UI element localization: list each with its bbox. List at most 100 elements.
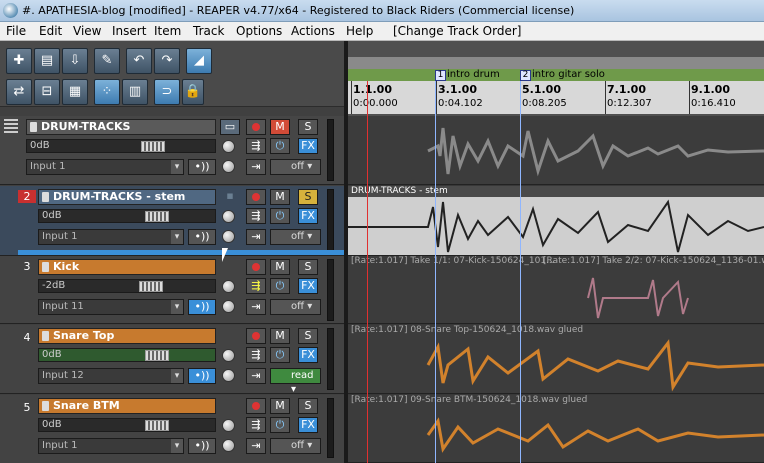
marker-1[interactable]: 1 intro drum	[435, 69, 500, 81]
record-arm-button[interactable]	[246, 398, 266, 414]
metronome-icon[interactable]: ◢	[186, 48, 212, 74]
menu-view[interactable]: View	[73, 24, 101, 38]
track-kick[interactable]: 3 Kick M S -2dB ⇶ ⏻ FX Input 11 •)) ⇥ of…	[0, 256, 344, 324]
pan-knob[interactable]	[222, 210, 235, 223]
record-arm-button[interactable]	[246, 189, 266, 205]
monitor-button[interactable]: •))	[188, 299, 216, 315]
fx-button[interactable]: FX	[298, 417, 318, 433]
fx-button[interactable]: FX	[298, 208, 318, 224]
menu-actions[interactable]: Actions	[291, 24, 335, 38]
io-routing-icon[interactable]: ⇶	[246, 138, 266, 154]
track-name-field[interactable]: Snare Top	[38, 328, 216, 344]
mute-button[interactable]: M	[270, 398, 290, 414]
mute-button[interactable]: M	[270, 259, 290, 275]
io-routing-active-icon[interactable]: ⇶	[246, 278, 266, 294]
automation-mode[interactable]: off ▾	[270, 159, 321, 175]
fader-handle[interactable]	[145, 211, 169, 222]
volume-fader[interactable]: 0dB	[38, 418, 216, 432]
menu-change-track-order[interactable]: [Change Track Order]	[393, 24, 521, 38]
fx-button[interactable]: FX	[298, 278, 318, 294]
mute-button[interactable]: M	[270, 328, 290, 344]
fx-bypass-icon[interactable]: ⏻	[270, 417, 290, 433]
lane-drum-tracks[interactable]	[348, 116, 764, 185]
volume-fader[interactable]: 0dB	[38, 348, 216, 362]
marker-2[interactable]: 2 intro gitar solo	[520, 69, 605, 81]
open-project-icon[interactable]: ▤	[34, 48, 60, 74]
record-arm-button[interactable]	[246, 259, 266, 275]
record-arm-button[interactable]	[246, 328, 266, 344]
route-icon[interactable]: ⇥	[246, 159, 266, 175]
pan-knob[interactable]	[222, 140, 235, 153]
record-input-select[interactable]: Input 1	[26, 159, 184, 175]
record-input-select[interactable]: Input 1	[38, 229, 184, 245]
solo-button[interactable]: S	[298, 119, 318, 135]
automation-mode[interactable]: off ▾	[270, 229, 321, 245]
lane-snare-top[interactable]: [Rate:1.017] 08-Snare Top-150624_1018.wa…	[348, 325, 764, 394]
solo-button[interactable]: S	[298, 398, 318, 414]
solo-button[interactable]: S	[298, 328, 318, 344]
route-icon[interactable]: ⇥	[246, 368, 266, 384]
menu-help[interactable]: Help	[346, 24, 373, 38]
automation-mode[interactable]: off ▾	[270, 299, 321, 315]
record-mode-knob[interactable]	[222, 439, 235, 452]
record-input-select[interactable]: Input 1	[38, 438, 184, 454]
mute-button[interactable]: M	[270, 189, 290, 205]
timeline-ruler[interactable]: 1.1.00 0:00.000 3.1.00 0:04.102 5.1.00 0…	[348, 81, 764, 114]
volume-fader[interactable]: 0dB	[26, 139, 216, 153]
record-input-select[interactable]: Input 12	[38, 368, 184, 384]
lock-icon[interactable]: 🔒	[182, 79, 204, 105]
monitor-button[interactable]: •))	[188, 368, 216, 384]
monitor-button[interactable]: •))	[188, 229, 216, 245]
record-mode-knob[interactable]	[222, 230, 235, 243]
menu-insert[interactable]: Insert	[112, 24, 146, 38]
record-arm-button[interactable]	[246, 119, 266, 135]
track-drum-stem[interactable]: 2 DRUM-TRACKS - stem ▪ M S 0dB ⇶ ⏻ FX In…	[0, 186, 344, 256]
fx-bypass-icon[interactable]: ⏻	[270, 278, 290, 294]
record-mode-knob[interactable]	[222, 160, 235, 173]
track-name-field[interactable]: Snare BTM	[38, 398, 216, 414]
volume-fader[interactable]: 0dB	[38, 209, 216, 223]
locking-icon[interactable]: ⊃	[154, 79, 180, 105]
pan-knob[interactable]	[222, 419, 235, 432]
io-routing-icon[interactable]: ⇶	[246, 417, 266, 433]
monitor-button[interactable]: •))	[188, 159, 216, 175]
menu-file[interactable]: File	[6, 24, 26, 38]
fader-handle[interactable]	[141, 141, 165, 152]
record-input-select[interactable]: Input 11	[38, 299, 184, 315]
redo-icon[interactable]: ↷	[154, 48, 180, 74]
undo-icon[interactable]: ↶	[126, 48, 152, 74]
automation-mode[interactable]: read ▾	[270, 368, 321, 395]
track-snare-btm[interactable]: 5 Snare BTM M S 0dB ⇶ ⏻ FX Input 1 •)) ⇥…	[0, 395, 344, 463]
record-mode-knob[interactable]	[222, 369, 235, 382]
snap-grid-icon[interactable]: ▦	[62, 79, 88, 105]
menu-track[interactable]: Track	[193, 24, 224, 38]
marker-lane[interactable]: 1 intro drum 2 intro gitar solo	[348, 69, 764, 81]
pan-knob[interactable]	[222, 349, 235, 362]
lane-drum-stem[interactable]: DRUM-TRACKS - stem	[348, 186, 764, 256]
settings-icon[interactable]: ✎	[94, 48, 120, 74]
record-mode-knob[interactable]	[222, 300, 235, 313]
new-project-icon[interactable]: ✚	[6, 48, 32, 74]
pan-knob[interactable]	[222, 280, 235, 293]
lane-snare-btm[interactable]: [Rate:1.017] 09-Snare BTM-150624_1018.wa…	[348, 395, 764, 463]
ripple-edit-icon[interactable]: ⊟	[34, 79, 60, 105]
mute-button[interactable]: M	[270, 119, 290, 135]
route-icon[interactable]: ⇥	[246, 299, 266, 315]
automation-mode[interactable]: off ▾	[270, 438, 321, 454]
fader-handle[interactable]	[145, 420, 169, 431]
phase-icon[interactable]: ▪	[220, 189, 240, 205]
solo-button[interactable]: S	[298, 259, 318, 275]
folder-state-icon[interactable]: ▭	[220, 119, 240, 135]
fx-button[interactable]: FX	[298, 347, 318, 363]
folder-icon[interactable]	[4, 119, 18, 133]
fx-bypass-icon[interactable]: ⏻	[270, 208, 290, 224]
volume-fader[interactable]: -2dB	[38, 279, 216, 293]
fader-handle[interactable]	[145, 350, 169, 361]
io-routing-icon[interactable]: ⇶	[246, 347, 266, 363]
envelope-points-icon[interactable]: ▥	[122, 79, 148, 105]
fx-bypass-icon[interactable]: ⏻	[270, 347, 290, 363]
track-drum-tracks[interactable]: DRUM-TRACKS ▭ M S 0dB ⇶ ⏻ FX Input 1 •))…	[0, 116, 344, 185]
route-icon[interactable]: ⇥	[246, 229, 266, 245]
track-name-field[interactable]: DRUM-TRACKS - stem	[38, 189, 216, 205]
monitor-button[interactable]: •))	[188, 438, 216, 454]
